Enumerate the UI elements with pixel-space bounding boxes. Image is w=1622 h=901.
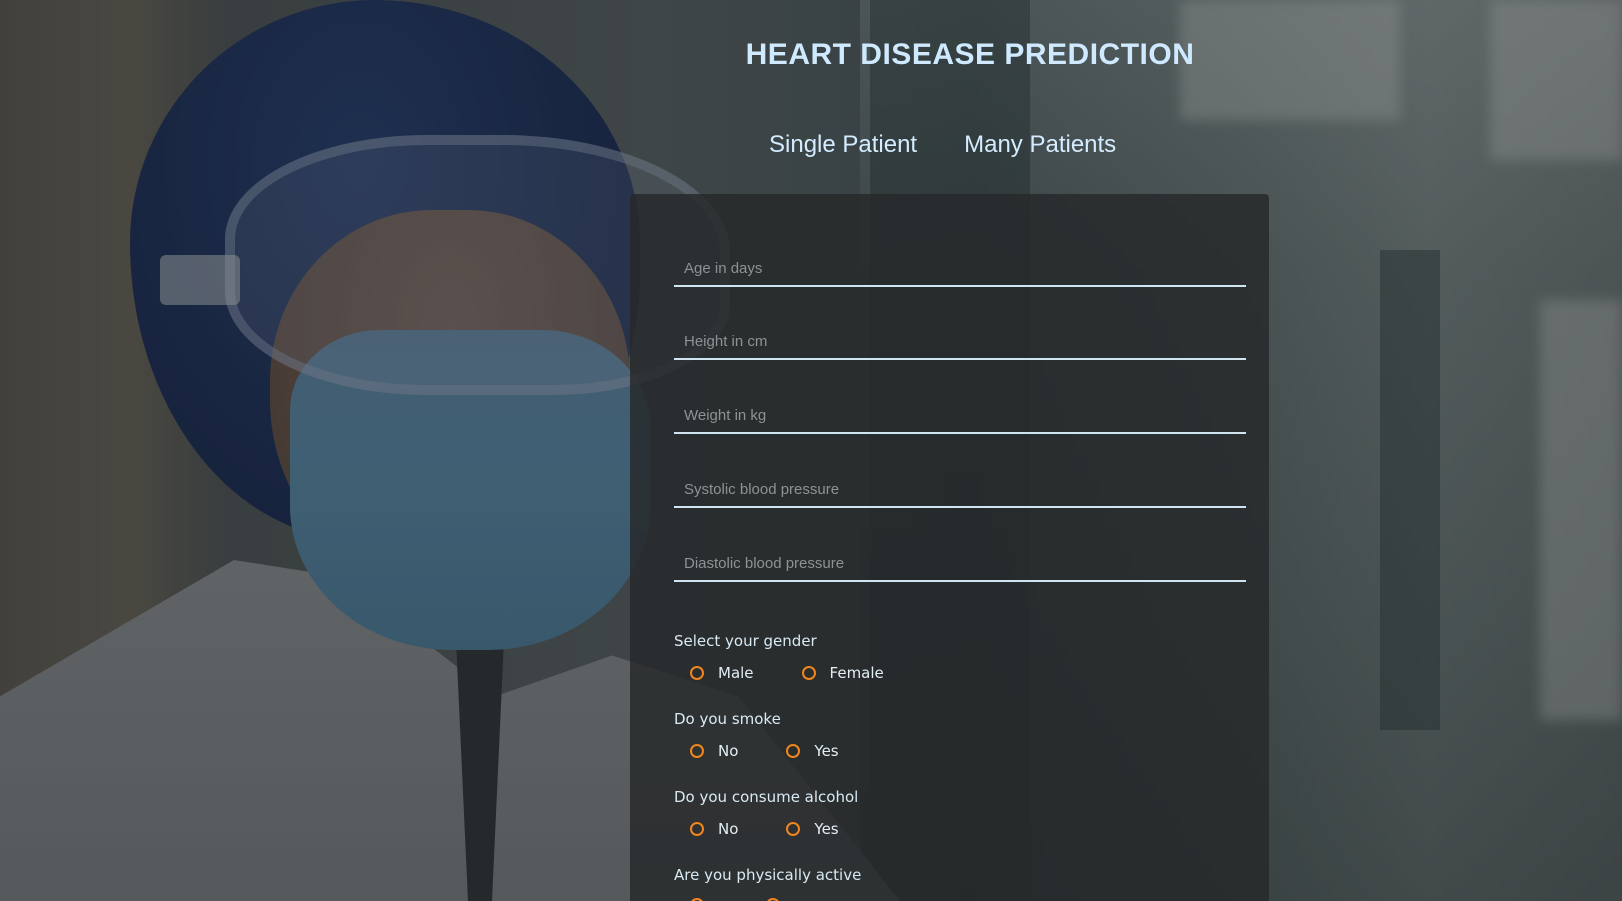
- systolic-field: [674, 466, 1246, 508]
- option-label: Yes: [814, 742, 839, 760]
- alcohol-label: Do you consume alcohol: [674, 788, 859, 806]
- page-title: HEART DISEASE PREDICTION: [745, 38, 1195, 71]
- radio-icon[interactable]: [801, 666, 816, 680]
- height-input[interactable]: [674, 326, 1246, 356]
- radio-icon[interactable]: [690, 666, 704, 680]
- diastolic-input[interactable]: [674, 548, 1246, 578]
- systolic-input[interactable]: [674, 474, 1246, 504]
- option-label: Male: [718, 664, 754, 682]
- radio-icon[interactable]: [690, 744, 704, 758]
- alcohol-option-no[interactable]: No: [690, 820, 738, 838]
- age-field: [674, 245, 1246, 287]
- diastolic-field: [674, 540, 1246, 582]
- tab-many-patients[interactable]: Many Patients: [964, 131, 1116, 159]
- smoke-label: Do you smoke: [674, 710, 781, 728]
- tab-single-patient[interactable]: Single Patient: [769, 131, 917, 159]
- option-label: No: [718, 820, 739, 838]
- alcohol-option-yes[interactable]: Yes: [786, 820, 839, 838]
- alcohol-options: No Yes: [690, 820, 839, 838]
- mode-tabs: Single Patient Many Patients: [769, 131, 1116, 159]
- option-label: Female: [829, 664, 884, 682]
- gender-options: Male Female: [690, 664, 884, 682]
- gender-label: Select your gender: [674, 632, 817, 650]
- gender-option-female[interactable]: Female: [801, 664, 884, 682]
- option-label: No: [718, 742, 739, 760]
- option-label: Yes: [814, 820, 839, 838]
- smoke-options: No Yes: [690, 742, 839, 760]
- radio-icon[interactable]: [786, 822, 801, 836]
- gender-option-male[interactable]: Male: [690, 664, 754, 682]
- prediction-form: Select your gender Male Female Do you sm…: [630, 194, 1269, 901]
- radio-icon[interactable]: [690, 822, 704, 836]
- height-field: [674, 318, 1246, 360]
- smoke-option-no[interactable]: No: [690, 742, 738, 760]
- smoke-option-yes[interactable]: Yes: [786, 742, 839, 760]
- age-input[interactable]: [674, 253, 1246, 283]
- active-label: Are you physically active: [674, 866, 862, 884]
- weight-field: [674, 392, 1246, 434]
- weight-input[interactable]: [674, 400, 1246, 430]
- radio-icon[interactable]: [786, 744, 801, 758]
